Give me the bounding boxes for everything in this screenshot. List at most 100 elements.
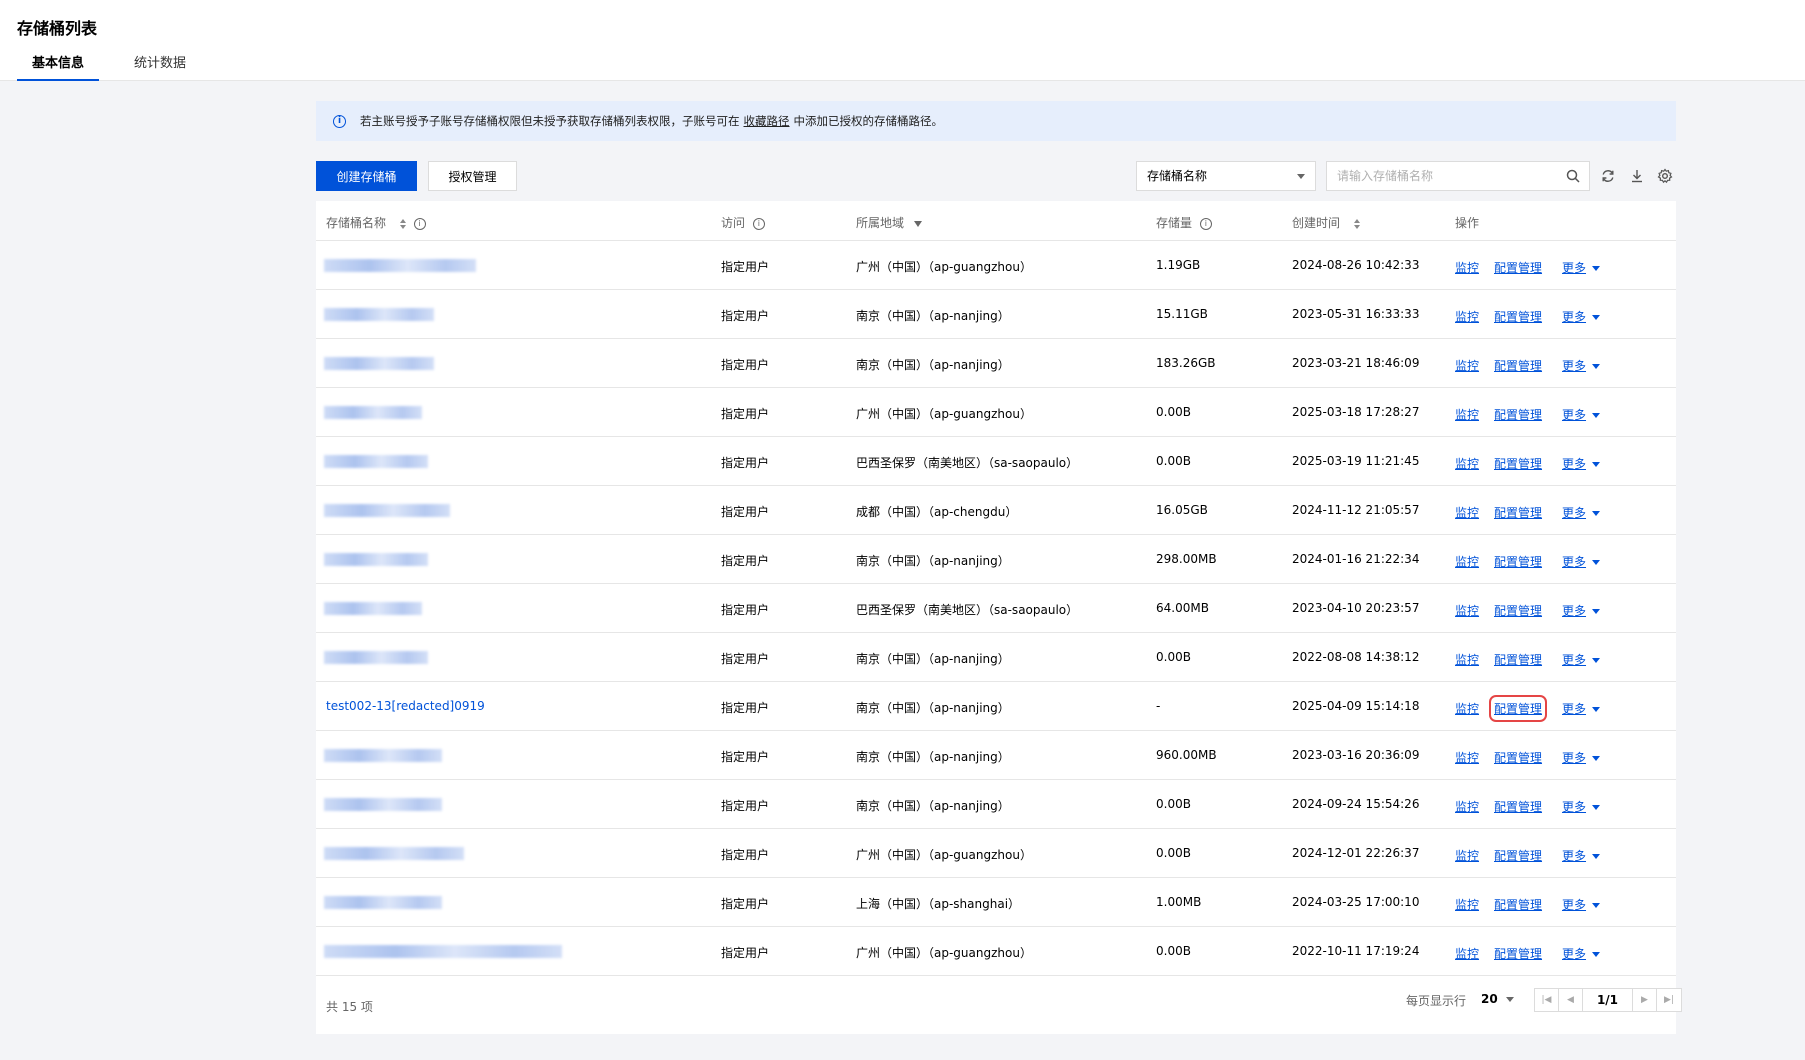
config-manage-link[interactable]: 配置管理 bbox=[1494, 259, 1542, 276]
more-menu[interactable]: 更多 bbox=[1562, 504, 1601, 521]
config-manage-link[interactable]: 配置管理 bbox=[1494, 945, 1542, 962]
first-page-icon[interactable]: |◀ bbox=[1535, 989, 1559, 1011]
bucket-name-link[interactable] bbox=[324, 504, 450, 517]
created-cell: 2025-04-09 15:14:18 bbox=[1292, 699, 1420, 713]
more-menu[interactable]: 更多 bbox=[1562, 553, 1601, 570]
access-cell: 指定用户 bbox=[721, 456, 770, 470]
monitor-link[interactable]: 监控 bbox=[1455, 651, 1479, 668]
monitor-link[interactable]: 监控 bbox=[1455, 749, 1479, 766]
more-menu[interactable]: 更多 bbox=[1562, 308, 1601, 325]
bucket-name-link[interactable] bbox=[324, 798, 442, 811]
tab-basic-info[interactable]: 基本信息 bbox=[17, 54, 100, 81]
bucket-name-link[interactable] bbox=[324, 896, 442, 909]
table-row: 指定用户 南京（中国）（ap-nanjing） 15.11GB 2023-05-31 … bbox=[316, 290, 1676, 339]
config-manage-link[interactable]: 配置管理 bbox=[1494, 455, 1542, 472]
bucket-name-link[interactable] bbox=[324, 602, 422, 615]
bucket-name-link[interactable] bbox=[324, 847, 464, 860]
bucket-name-link[interactable] bbox=[324, 259, 476, 272]
monitor-link[interactable]: 监控 bbox=[1455, 798, 1479, 815]
more-menu[interactable]: 更多 bbox=[1562, 700, 1601, 717]
search-input[interactable] bbox=[1327, 162, 1547, 190]
more-menu[interactable]: 更多 bbox=[1562, 406, 1601, 423]
more-label: 更多 bbox=[1562, 947, 1587, 961]
table-row: 指定用户 南京（中国）（ap-nanjing） 960.00MB 2023-03-16… bbox=[316, 731, 1676, 780]
info-icon[interactable]: i bbox=[752, 217, 765, 230]
bucket-name-link[interactable] bbox=[324, 308, 434, 321]
more-menu[interactable]: 更多 bbox=[1562, 455, 1601, 472]
bucket-name-link[interactable]: test002-13[redacted]0919 bbox=[326, 699, 485, 713]
more-menu[interactable]: 更多 bbox=[1562, 896, 1601, 913]
config-manage-link[interactable]: 配置管理 bbox=[1488, 695, 1548, 722]
create-bucket-button[interactable]: 创建存储桶 bbox=[316, 161, 417, 191]
monitor-link[interactable]: 监控 bbox=[1455, 504, 1479, 521]
search-field-select[interactable]: 存储桶名称 bbox=[1136, 161, 1316, 191]
more-menu[interactable]: 更多 bbox=[1562, 847, 1601, 864]
bucket-name-link[interactable] bbox=[324, 553, 428, 566]
config-manage-link[interactable]: 配置管理 bbox=[1494, 406, 1542, 423]
download-icon[interactable] bbox=[1629, 168, 1645, 184]
monitor-link[interactable]: 监控 bbox=[1455, 357, 1479, 374]
tab-statistics[interactable]: 统计数据 bbox=[119, 54, 201, 81]
per-page-select[interactable]: 20 bbox=[1481, 992, 1514, 1006]
more-label: 更多 bbox=[1562, 849, 1587, 863]
monitor-link[interactable]: 监控 bbox=[1455, 602, 1479, 619]
monitor-link[interactable]: 监控 bbox=[1455, 259, 1479, 276]
bucket-name-link[interactable] bbox=[324, 945, 562, 958]
bucket-name-link[interactable] bbox=[324, 357, 434, 370]
prev-page-icon[interactable]: ◀ bbox=[1559, 989, 1583, 1011]
config-manage-link[interactable]: 配置管理 bbox=[1494, 896, 1542, 913]
last-page-icon[interactable]: ▶| bbox=[1657, 989, 1681, 1011]
access-cell: 指定用户 bbox=[721, 407, 770, 421]
more-menu[interactable]: 更多 bbox=[1562, 749, 1601, 766]
more-menu[interactable]: 更多 bbox=[1562, 945, 1601, 962]
more-menu[interactable]: 更多 bbox=[1562, 651, 1601, 668]
more-menu[interactable]: 更多 bbox=[1562, 798, 1601, 815]
sort-icon[interactable] bbox=[399, 218, 406, 229]
table-row: 指定用户 南京（中国）（ap-nanjing） 0.00B 2022-08-08 14… bbox=[316, 633, 1676, 682]
refresh-icon[interactable] bbox=[1600, 168, 1616, 184]
region-cell: 南京（中国）（ap-nanjing） bbox=[856, 750, 1010, 764]
chevron-down-icon bbox=[1592, 462, 1601, 467]
more-menu[interactable]: 更多 bbox=[1562, 259, 1601, 276]
config-manage-link[interactable]: 配置管理 bbox=[1494, 357, 1542, 374]
info-icon[interactable]: i bbox=[413, 217, 426, 230]
header-created: 创建时间 bbox=[1292, 214, 1360, 231]
config-manage-link[interactable]: 配置管理 bbox=[1494, 847, 1542, 864]
monitor-link[interactable]: 监控 bbox=[1455, 553, 1479, 570]
search-icon[interactable] bbox=[1566, 169, 1580, 183]
next-page-icon[interactable]: ▶ bbox=[1633, 989, 1657, 1011]
config-manage-link[interactable]: 配置管理 bbox=[1494, 749, 1542, 766]
gear-icon[interactable] bbox=[1657, 168, 1673, 184]
table-row: 指定用户 南京（中国）（ap-nanjing） 0.00B 2024-09-24 15… bbox=[316, 780, 1676, 829]
bucket-name-link[interactable] bbox=[324, 651, 428, 664]
chevron-down-icon bbox=[1297, 174, 1305, 179]
favorite-path-link[interactable]: 收藏路径 bbox=[744, 113, 790, 129]
created-cell: 2023-04-10 20:23:57 bbox=[1292, 601, 1420, 615]
config-manage-link[interactable]: 配置管理 bbox=[1494, 602, 1542, 619]
more-menu[interactable]: 更多 bbox=[1562, 357, 1601, 374]
monitor-link[interactable]: 监控 bbox=[1455, 308, 1479, 325]
more-menu[interactable]: 更多 bbox=[1562, 602, 1601, 619]
filter-icon[interactable] bbox=[913, 220, 922, 227]
bucket-name-link[interactable] bbox=[324, 455, 428, 468]
bucket-name-link[interactable] bbox=[324, 749, 442, 762]
info-icon[interactable]: i bbox=[1199, 217, 1212, 230]
auth-manage-button[interactable]: 授权管理 bbox=[428, 161, 517, 191]
region-cell: 广州（中国）（ap-guangzhou） bbox=[856, 260, 1032, 274]
sort-icon[interactable] bbox=[1353, 218, 1360, 229]
bucket-name-link[interactable] bbox=[324, 406, 422, 419]
table-header: 存储桶名称 i 访问 i 所属地域 存储量 i 创建时间 操作 bbox=[316, 201, 1676, 241]
config-manage-link[interactable]: 配置管理 bbox=[1494, 651, 1542, 668]
monitor-link[interactable]: 监控 bbox=[1455, 455, 1479, 472]
config-manage-link[interactable]: 配置管理 bbox=[1494, 504, 1542, 521]
monitor-link[interactable]: 监控 bbox=[1455, 896, 1479, 913]
monitor-link[interactable]: 监控 bbox=[1455, 945, 1479, 962]
monitor-link[interactable]: 监控 bbox=[1455, 700, 1479, 717]
storage-cell: 16.05GB bbox=[1156, 503, 1208, 517]
monitor-link[interactable]: 监控 bbox=[1455, 406, 1479, 423]
table-row: 指定用户 巴西圣保罗（南美地区）（sa-saopaulo） 0.00B 2025-03… bbox=[316, 437, 1676, 486]
config-manage-link[interactable]: 配置管理 bbox=[1494, 798, 1542, 815]
monitor-link[interactable]: 监控 bbox=[1455, 847, 1479, 864]
config-manage-link[interactable]: 配置管理 bbox=[1494, 308, 1542, 325]
config-manage-link[interactable]: 配置管理 bbox=[1494, 553, 1542, 570]
